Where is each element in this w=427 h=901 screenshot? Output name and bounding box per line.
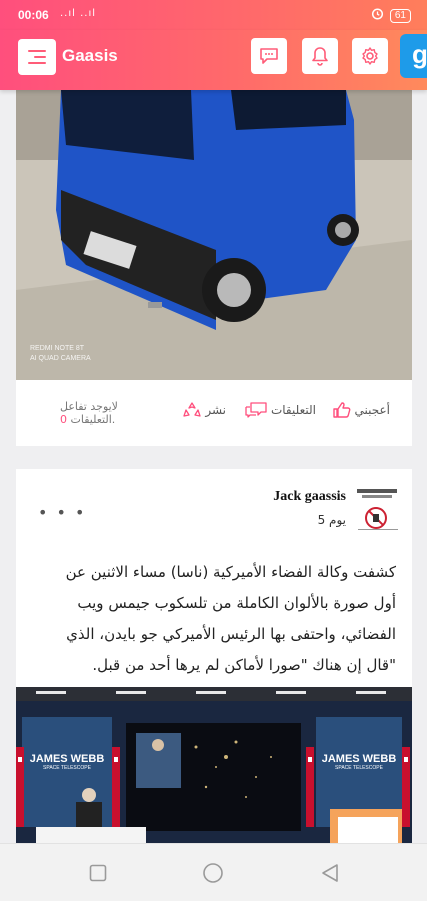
alarm-icon	[371, 7, 384, 24]
banner-right-title: JAMES WEBB	[321, 753, 397, 765]
post-image[interactable]: JAMES WEBB SPACE TELESCOPE JAMES WEBB SP…	[16, 687, 412, 843]
post-card: REDMI NOTE 8T AI QUAD CAMERA أعجبني التع…	[16, 90, 412, 446]
comments-label: التعليقات	[270, 403, 316, 417]
bell-icon	[312, 47, 328, 66]
post-actions: أعجبني التعليقات نشر لايوجد تفاعل 0 التع…	[16, 390, 412, 436]
more-icon: • • •	[38, 503, 87, 522]
like-icon	[332, 402, 350, 418]
share-label: نشر	[205, 403, 226, 417]
messages-button[interactable]	[251, 38, 287, 74]
share-button[interactable]: نشر	[183, 402, 226, 418]
app-title: Gaasis	[62, 46, 118, 65]
circle-nav-icon[interactable]	[202, 862, 224, 884]
comment-icon	[245, 402, 267, 418]
no-comments-count: 0	[60, 413, 67, 426]
no-comments-line1: لايوجد تفاعل	[60, 400, 118, 413]
no-comments-info: لايوجد تفاعل 0 التعليقات.	[60, 400, 118, 426]
chat-icon	[260, 48, 278, 64]
menu-icon-line	[28, 62, 46, 64]
post-author[interactable]: Jack gaassis	[273, 489, 346, 505]
status-bar: 00:06 ..ıl ..ıl 61	[0, 0, 427, 30]
more-button[interactable]: • • •	[38, 503, 86, 522]
post-image[interactable]: REDMI NOTE 8T AI QUAD CAMERA	[16, 90, 412, 380]
post-card: Jack gaassis 5 يوم • • • كشفت وكالة الفض…	[16, 469, 412, 843]
camera-watermark-sub: AI QUAD CAMERA	[30, 355, 91, 362]
like-label: أعجبني	[354, 403, 390, 417]
no-comments-line2: التعليقات.	[70, 413, 116, 426]
menu-icon-line	[34, 56, 46, 58]
floating-g-button[interactable]: g	[400, 34, 427, 78]
battery-indicator: 61	[389, 8, 411, 23]
banner-left-subtitle: SPACE TELESCOPE	[43, 765, 91, 771]
comments-button[interactable]: التعليقات	[245, 402, 316, 418]
settings-button[interactable]	[352, 38, 388, 74]
system-nav-bar	[0, 843, 427, 901]
square-nav-icon[interactable]	[89, 864, 107, 882]
banner-right-subtitle: SPACE TELESCOPE	[335, 765, 383, 771]
avatar[interactable]	[354, 485, 402, 533]
top-app-bar: Gaasis	[0, 30, 427, 90]
status-time: 00:06	[18, 8, 49, 22]
post-time: 5 يوم	[317, 513, 346, 527]
menu-icon	[28, 50, 46, 52]
back-nav-icon[interactable]	[320, 863, 340, 883]
signal-icon: ..ıl ..ıl	[60, 8, 97, 19]
camera-watermark: REDMI NOTE 8T	[30, 345, 85, 352]
notifications-button[interactable]	[302, 38, 338, 74]
like-button[interactable]: أعجبني	[332, 402, 390, 418]
menu-button[interactable]	[18, 39, 56, 75]
share-icon	[183, 402, 201, 417]
banner-left-title: JAMES WEBB	[29, 753, 105, 765]
gear-icon	[362, 47, 378, 65]
post-text: كشفت وكالة الفضاء الأميركية (ناسا) مساء …	[65, 563, 396, 674]
